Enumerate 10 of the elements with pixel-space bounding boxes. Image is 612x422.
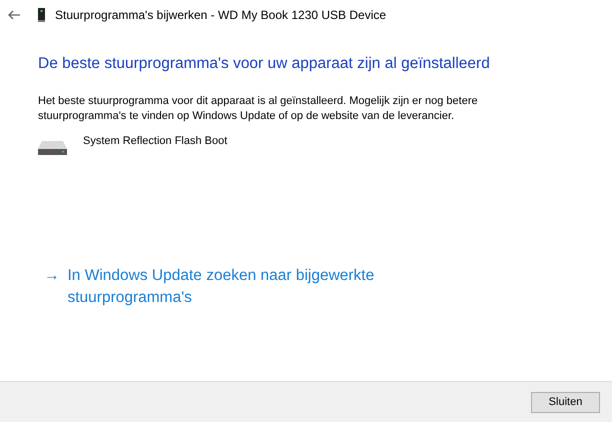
drive-icon — [38, 8, 45, 22]
message-text: Het beste stuurprogramma voor dit apparaat is al geïnstalleerd. Mogelijk zijn er nog betere stuurprogramma's te vinden op Windows Update of op de website van de leverancier. — [38, 94, 479, 124]
back-button[interactable] — [8, 10, 22, 20]
heading: De beste stuurprogramma's voor uw apparaat zijn al geïnstalleerd — [38, 55, 491, 73]
device-name: System Reflection Flash Boot — [83, 135, 228, 149]
drive-icon — [38, 141, 67, 155]
back-arrow-icon — [8, 10, 20, 20]
close-button[interactable]: Sluiten — [531, 392, 600, 412]
windows-update-link[interactable]: → In Windows Update zoeken naar bijgewerkte stuurprogramma's — [44, 265, 404, 309]
window-title: Stuurprogramma's bijwerken - WD My Book 1230 USB Device — [55, 8, 386, 22]
